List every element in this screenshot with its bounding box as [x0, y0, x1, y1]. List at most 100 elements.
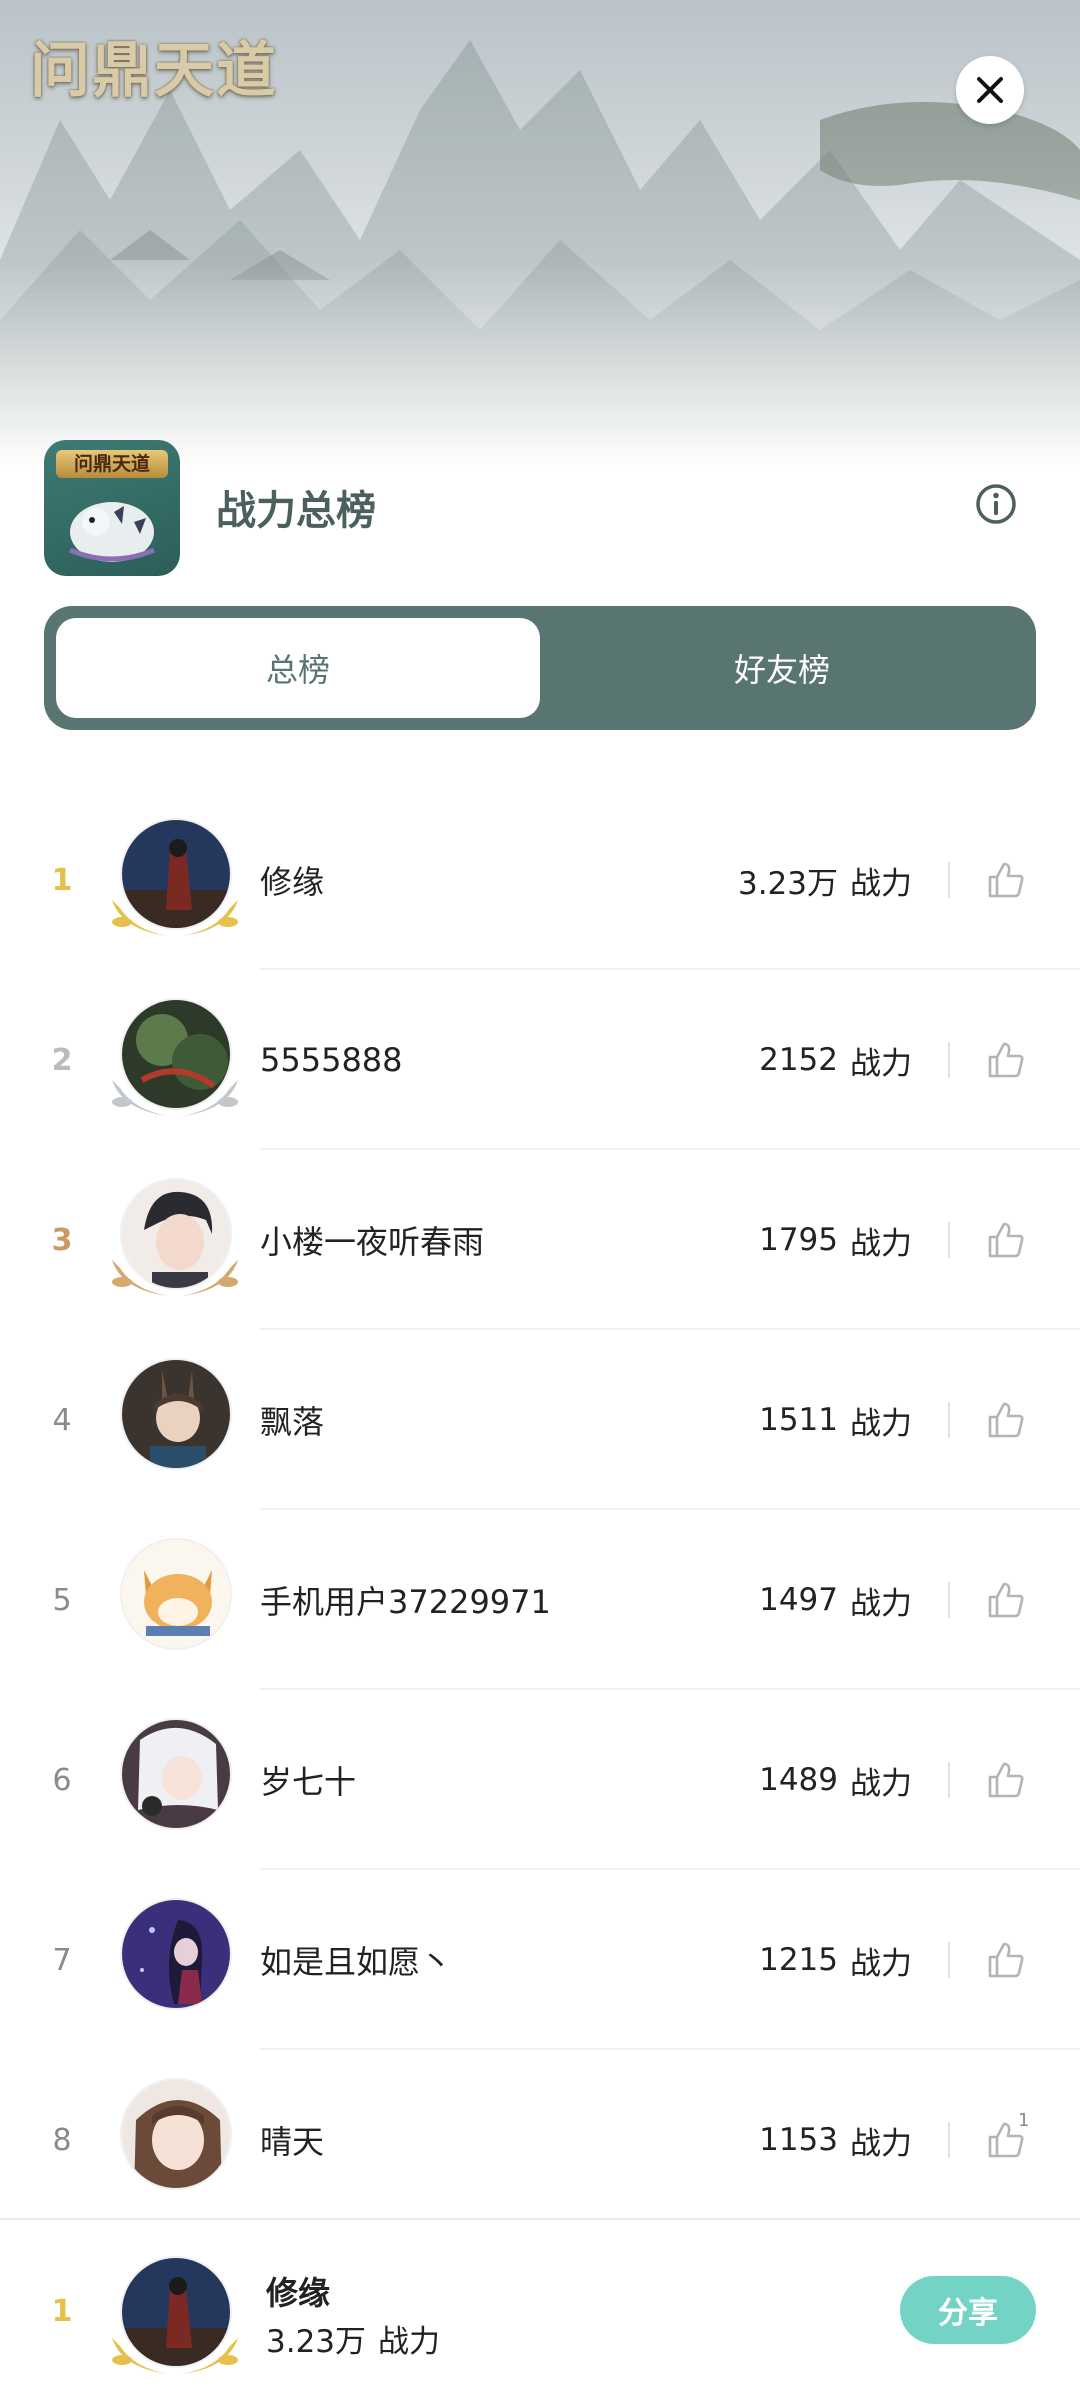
gold-laurel-icon — [112, 900, 238, 936]
avatar-image — [122, 1540, 230, 1648]
player-name: 小楼一夜听春雨 — [260, 1223, 485, 1261]
list-item[interactable]: 7 如是且如愿丶 1215 战力 — [0, 1870, 1080, 2050]
share-button[interactable]: 分享 — [900, 2276, 1036, 2344]
avatar[interactable] — [120, 1538, 232, 1650]
avatar-image — [122, 2080, 230, 2188]
tab-bar: 总榜 好友榜 — [44, 606, 1036, 730]
leaderboard-header: 问鼎天道 战力总榜 — [0, 436, 1080, 576]
score-unit: 战力 — [850, 1405, 912, 1442]
score-value: 3.23万 — [737, 865, 838, 902]
power-score: 1489 战力 — [759, 1690, 912, 1870]
close-icon — [977, 77, 1003, 103]
avatar-with-laurel — [108, 818, 242, 942]
avatar-wrap — [108, 1358, 242, 1482]
avatar-with-laurel — [108, 998, 242, 1122]
divider — [948, 1042, 950, 1078]
rank-number: 2 — [51, 1042, 73, 1078]
score-unit: 战力 — [850, 1765, 912, 1802]
score-value: 2152 — [759, 1042, 838, 1078]
divider — [948, 1942, 950, 1978]
my-player-name: 修缘 — [266, 2274, 331, 2312]
thumbs-up-icon[interactable] — [984, 1578, 1028, 1622]
avatar-wrap — [108, 1898, 242, 2022]
avatar-image — [122, 1360, 230, 1468]
like-count: 1 — [1018, 2110, 1030, 2131]
rank-number: 6 — [52, 1762, 72, 1798]
rank-number: 3 — [51, 1222, 73, 1258]
score-value: 1489 — [759, 1762, 838, 1798]
thumbs-up-icon[interactable] — [984, 1398, 1028, 1442]
score-unit: 战力 — [850, 2125, 912, 2162]
list-item[interactable]: 8 晴天 1153 战力 1 — [0, 2050, 1080, 2230]
game-app-icon: 问鼎天道 — [44, 440, 180, 576]
bronze-laurel-icon — [112, 1260, 238, 1296]
divider — [948, 2122, 950, 2158]
rank-number: 1 — [51, 862, 73, 898]
my-rank-bar: 1 修缘 3.23万 战力 分享 — [0, 2218, 1080, 2402]
player-name: 飘落 — [260, 1403, 325, 1441]
player-name: 如是且如愿丶 — [260, 1943, 453, 1981]
score-unit: 战力 — [378, 2324, 441, 2360]
score-value: 1511 — [759, 1402, 838, 1438]
avatar-wrap — [108, 2078, 242, 2202]
player-name: 手机用户37229971 — [260, 1583, 551, 1621]
thumbs-up-icon[interactable] — [984, 1038, 1028, 1082]
thumbs-up-icon[interactable] — [984, 1218, 1028, 1262]
ranking-list: 1 修缘 3.23万 战力 2 5555888 2152 战力 3 小楼一夜听春… — [0, 790, 1080, 2230]
rank-number: 4 — [52, 1402, 72, 1438]
tab-friends[interactable]: 好友榜 — [540, 618, 1024, 718]
my-power-score: 3.23万 战力 — [266, 2316, 440, 2361]
avatar-image — [122, 1720, 230, 1828]
power-score: 1215 战力 — [759, 1870, 912, 2050]
divider — [948, 1582, 950, 1618]
divider — [948, 862, 950, 898]
list-item[interactable]: 1 修缘 3.23万 战力 — [0, 790, 1080, 970]
avatar-image — [122, 1900, 230, 2008]
silver-laurel-icon — [112, 1080, 238, 1116]
list-item[interactable]: 2 5555888 2152 战力 — [0, 970, 1080, 1150]
tiger-icon — [69, 502, 155, 562]
tab-overall[interactable]: 总榜 — [56, 618, 540, 718]
rank-number: 8 — [52, 2122, 72, 2158]
player-name: 修缘 — [260, 863, 325, 901]
power-score: 3.23万 战力 — [738, 790, 912, 970]
list-item[interactable]: 3 小楼一夜听春雨 1795 战力 — [0, 1150, 1080, 1330]
score-unit: 战力 — [850, 1045, 912, 1082]
score-value: 1215 — [759, 1942, 838, 1978]
thumbs-up-icon[interactable] — [984, 1758, 1028, 1802]
avatar-wrap — [108, 1538, 242, 1662]
thumbs-up-icon[interactable] — [984, 858, 1028, 902]
avatar[interactable] — [120, 1898, 232, 2010]
divider — [948, 1222, 950, 1258]
thumbs-up-icon[interactable] — [984, 1938, 1028, 1982]
info-icon[interactable] — [974, 482, 1018, 526]
power-score: 1795 战力 — [759, 1150, 912, 1330]
score-unit: 战力 — [850, 865, 912, 902]
player-name: 岁七十 — [260, 1763, 357, 1801]
player-name: 5555888 — [260, 1041, 403, 1079]
close-button[interactable] — [956, 56, 1024, 124]
page-title: 战力总榜 — [216, 488, 376, 534]
avatar[interactable] — [120, 1358, 232, 1470]
avatar[interactable] — [120, 1718, 232, 1830]
avatar-wrap — [108, 1718, 242, 1842]
list-item[interactable]: 4 飘落 1511 战力 — [0, 1330, 1080, 1510]
divider — [948, 1402, 950, 1438]
power-score: 1497 战力 — [759, 1510, 912, 1690]
gold-laurel-icon — [112, 2338, 238, 2374]
player-name: 晴天 — [260, 2123, 325, 2161]
score-unit: 战力 — [850, 1945, 912, 1982]
rank-number: 7 — [52, 1942, 72, 1978]
avatar[interactable] — [120, 2078, 232, 2190]
list-item[interactable]: 6 岁七十 1489 战力 — [0, 1690, 1080, 1870]
avatar-with-laurel — [108, 1178, 242, 1302]
score-unit: 战力 — [850, 1585, 912, 1622]
avatar-with-laurel — [108, 2256, 242, 2380]
score-value: 1153 — [759, 2122, 838, 2158]
game-logo: 问鼎天道 — [30, 36, 278, 106]
list-item[interactable]: 5 手机用户37229971 1497 战力 — [0, 1510, 1080, 1690]
score-unit: 战力 — [850, 1225, 912, 1262]
power-score: 2152 战力 — [759, 970, 912, 1150]
rank-number: 5 — [52, 1582, 72, 1618]
score-value: 3.23万 — [266, 2324, 367, 2360]
